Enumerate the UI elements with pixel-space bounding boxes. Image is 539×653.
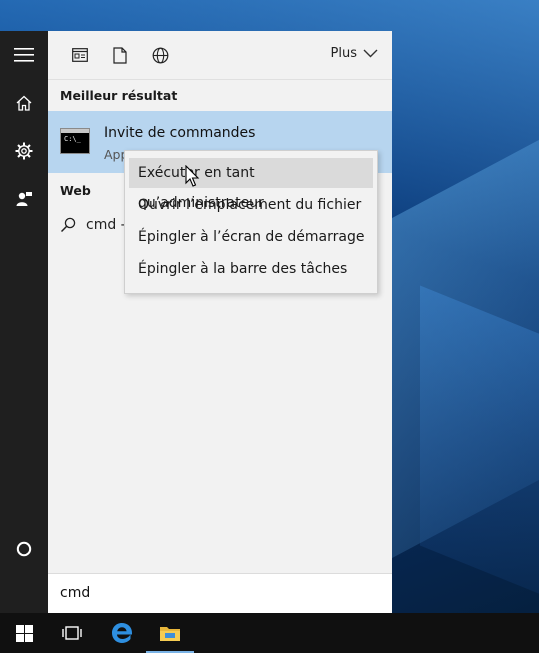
home-icon	[16, 95, 32, 111]
feedback-button[interactable]	[0, 175, 48, 223]
settings-icon	[15, 142, 33, 160]
context-menu: Exécuter en tant qu’administrateur Ouvri…	[124, 150, 378, 294]
menu-item-pin-to-taskbar[interactable]: Épingler à la barre des tâches	[129, 254, 373, 284]
edge-icon	[112, 623, 132, 643]
web-suggestion-text: cmd -	[86, 217, 126, 233]
file-explorer-icon	[160, 627, 180, 641]
more-filters-label: Plus	[330, 46, 357, 61]
documents-filter-icon	[113, 46, 127, 64]
apps-filter-button[interactable]	[68, 43, 92, 67]
task-view-button[interactable]	[48, 613, 96, 653]
cortana-button[interactable]	[0, 525, 48, 573]
chevron-down-icon	[363, 49, 378, 58]
documents-filter-button[interactable]	[108, 43, 132, 67]
web-filter-icon	[152, 47, 168, 63]
menu-item-open-file-location[interactable]: Ouvrir l’emplacement du fichier	[129, 190, 373, 220]
menu-item-run-as-admin[interactable]: Exécuter en tant qu’administrateur	[129, 158, 373, 211]
edge-button[interactable]	[98, 613, 146, 653]
filter-bar: Plus	[48, 31, 392, 80]
wallpaper-beam	[420, 285, 539, 635]
cortana-icon	[16, 541, 32, 557]
menu-item-pin-to-start[interactable]: Épingler à l’écran de démarrage	[129, 222, 373, 252]
web-heading: Web	[60, 183, 91, 198]
search-icon	[60, 217, 76, 233]
mouse-cursor-icon	[185, 165, 200, 187]
task-view-icon	[62, 626, 82, 640]
file-explorer-button[interactable]	[146, 613, 194, 653]
search-input[interactable]: cmd	[48, 573, 392, 613]
hamburger-menu-button[interactable]	[0, 31, 48, 79]
feedback-icon	[16, 192, 32, 206]
taskbar	[0, 613, 539, 653]
hamburger-icon	[14, 48, 34, 62]
best-match-title: Invite de commandes	[104, 125, 256, 141]
settings-button[interactable]	[0, 127, 48, 175]
more-filters-button[interactable]: Plus	[331, 46, 378, 61]
search-input-value: cmd	[60, 585, 91, 601]
command-prompt-icon: C:\_	[60, 128, 90, 154]
start-rail	[0, 31, 48, 613]
home-button[interactable]	[0, 79, 48, 127]
web-filter-button[interactable]	[148, 43, 172, 67]
best-match-heading: Meilleur résultat	[60, 88, 178, 103]
windows-start-icon	[15, 624, 33, 642]
web-suggestion[interactable]: cmd -	[60, 214, 126, 236]
search-panel: Plus Meilleur résultat C:\_ Invite de co…	[48, 31, 392, 613]
start-button[interactable]	[0, 613, 48, 653]
apps-filter-icon	[72, 48, 88, 62]
